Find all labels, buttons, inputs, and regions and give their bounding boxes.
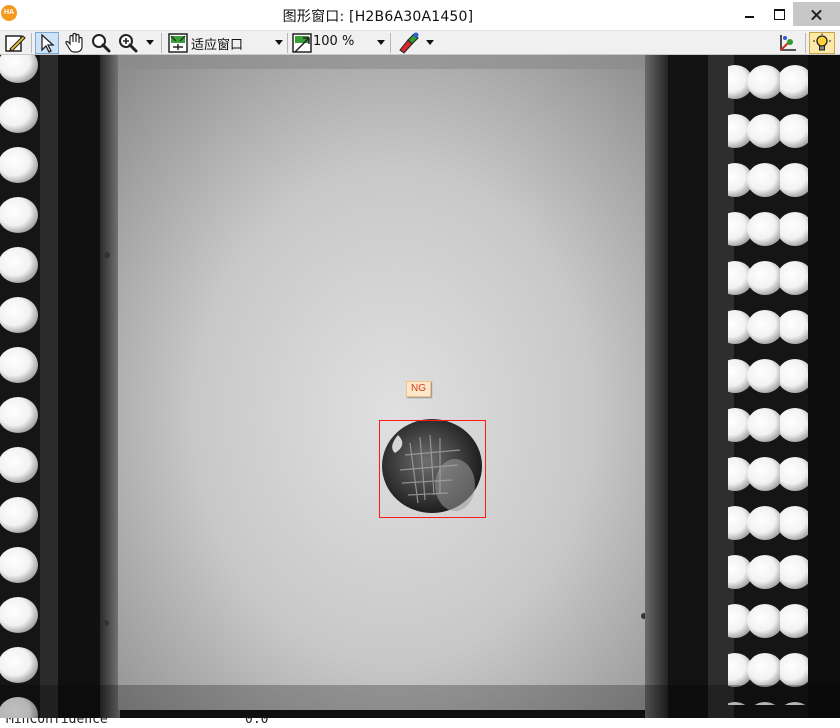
axis-button[interactable] <box>776 32 800 54</box>
edit-pen-icon <box>5 35 26 52</box>
zoom-level-icon <box>292 33 312 53</box>
zoom-level-label[interactable]: 100 % <box>313 34 354 49</box>
zoom-level-dropdown-arrow-icon[interactable] <box>377 40 385 45</box>
close-button[interactable] <box>793 2 840 26</box>
status-parameter-value: 0.0 <box>245 718 269 727</box>
window-title: 图形窗口: [H2B6A30A1450] <box>282 9 474 25</box>
color-dropdown-arrow-icon[interactable] <box>426 40 434 45</box>
zoom-mode-label[interactable]: 适应窗口 <box>191 34 243 53</box>
toolbar-separator <box>805 33 806 53</box>
pointer-icon <box>41 33 55 53</box>
lightbulb-icon <box>813 33 831 51</box>
ng-result-label: NG <box>406 381 431 397</box>
color-picker-button[interactable] <box>396 32 422 54</box>
magnifier-icon <box>92 34 111 53</box>
toolbar-separator <box>161 33 162 53</box>
toolbar: 适应窗口 100 % <box>0 30 840 55</box>
fit-window-icon <box>168 33 188 53</box>
magnifier-button[interactable] <box>89 32 113 54</box>
maximize-button[interactable] <box>765 2 795 26</box>
color-picker-icon <box>399 32 419 54</box>
title-bar: HA 图形窗口: [H2B6A30A1450] <box>0 0 840 30</box>
axis-icon <box>780 35 796 51</box>
zoom-in-icon <box>119 34 138 53</box>
lightbulb-button[interactable] <box>809 32 835 54</box>
pan-hand-icon <box>65 32 83 53</box>
zoom-level-button[interactable] <box>291 32 313 54</box>
pointer-button[interactable] <box>35 32 59 54</box>
zoom-in-button[interactable] <box>116 32 140 54</box>
toolbar-separator <box>390 33 391 53</box>
image-viewport[interactable]: NG <box>0 55 840 718</box>
pan-hand-button[interactable] <box>63 32 87 54</box>
fit-window-button[interactable] <box>167 32 189 54</box>
toolbar-separator <box>31 33 32 53</box>
detection-box <box>379 420 486 518</box>
status-text: MinConfidence 0.0 <box>0 718 840 728</box>
minimize-button[interactable] <box>735 2 765 26</box>
toolbar-separator <box>287 33 288 53</box>
zoom-mode-dropdown-arrow-icon[interactable] <box>275 40 283 45</box>
zoom-dropdown-arrow-icon[interactable] <box>146 40 154 45</box>
edit-pen-button[interactable] <box>3 32 27 54</box>
status-parameter-name: MinConfidence <box>6 718 108 727</box>
